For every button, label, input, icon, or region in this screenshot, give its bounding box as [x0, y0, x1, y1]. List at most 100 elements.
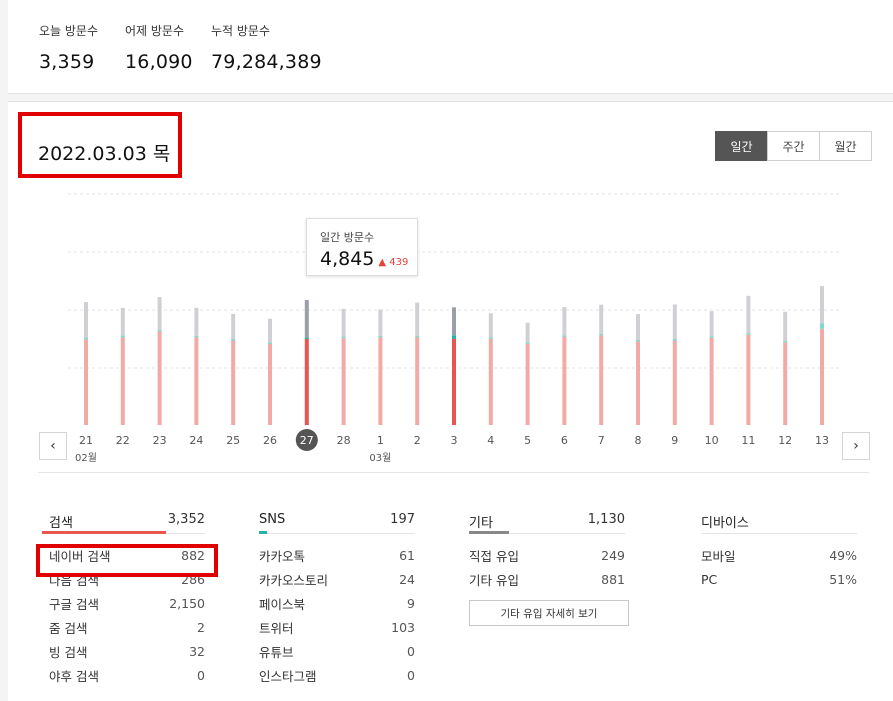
x-tick-label[interactable]: 21	[79, 434, 93, 447]
bar-search-28[interactable]	[341, 338, 346, 425]
bar-sns-2[interactable]	[415, 335, 420, 338]
bar-other-2[interactable]	[415, 302, 420, 336]
bar-other-13[interactable]	[820, 286, 824, 324]
x-tick-label[interactable]: 24	[189, 434, 203, 447]
bar-other-4[interactable]	[488, 313, 493, 338]
period-weekly-button[interactable]: 주간	[767, 131, 820, 161]
x-tick-label[interactable]: 13	[815, 434, 829, 447]
bar-sns-26[interactable]	[268, 342, 272, 344]
x-tick-label[interactable]: 9	[671, 434, 678, 447]
bar-sns-7[interactable]	[599, 333, 604, 336]
today-visits-value: 3,359	[39, 51, 95, 73]
bar-sns-28[interactable]	[341, 336, 346, 339]
bar-sns-10[interactable]	[709, 336, 714, 338]
bar-other-12[interactable]	[783, 311, 788, 342]
x-tick-label[interactable]: 5	[524, 434, 531, 447]
bar-search-10[interactable]	[709, 337, 714, 425]
bar-sns-4[interactable]	[488, 337, 493, 339]
bar-other-22[interactable]	[120, 307, 125, 336]
bar-sns-21[interactable]	[84, 337, 88, 340]
bar-other-28[interactable]	[341, 308, 346, 337]
bar-other-24[interactable]	[194, 307, 199, 336]
bar-other-7[interactable]	[599, 304, 604, 334]
x-tick-label[interactable]: 4	[487, 434, 494, 447]
bar-other-1[interactable]	[378, 309, 383, 336]
bar-other-10[interactable]	[709, 311, 714, 337]
bar-sns-3[interactable]	[452, 335, 456, 339]
bar-search-22[interactable]	[120, 337, 125, 425]
bar-other-11[interactable]	[746, 295, 751, 334]
bar-search-24[interactable]	[194, 337, 199, 425]
search-source-row-label: 빙 검색	[49, 644, 88, 660]
sns-source-row-label: 카카오스토리	[259, 572, 329, 588]
x-tick-label[interactable]: 8	[635, 434, 642, 447]
yesterday-visits-value: 16,090	[125, 51, 193, 73]
x-tick-label[interactable]: 10	[705, 434, 719, 447]
etc-source-row-value: 249	[601, 547, 625, 563]
sns-source-row-label: 인스타그램	[259, 668, 317, 684]
bar-sns-24[interactable]	[194, 335, 199, 338]
bar-search-4[interactable]	[488, 338, 493, 425]
period-monthly-button[interactable]: 월간	[819, 131, 872, 161]
bar-sns-6[interactable]	[562, 335, 567, 337]
x-tick-label[interactable]: 3	[451, 434, 458, 447]
daily-visits-panel: 2022.03.03 목 일간 주간 월간 21 22 23 24 25 26 27 28 1 2…	[8, 101, 893, 701]
bar-search-12[interactable]	[783, 342, 788, 425]
bar-other-8[interactable]	[636, 314, 640, 340]
bar-sns-27[interactable]	[304, 337, 309, 339]
bar-search-6[interactable]	[562, 336, 567, 425]
bar-search-8[interactable]	[636, 341, 640, 425]
bar-other-9[interactable]	[672, 304, 677, 339]
bar-sns-13[interactable]	[820, 323, 824, 329]
bar-search-2[interactable]	[415, 337, 420, 425]
etc-details-button[interactable]: 기타 유입 자세히 보기	[469, 600, 629, 626]
bar-sns-1[interactable]	[378, 335, 383, 338]
x-tick-label[interactable]: 27	[300, 434, 314, 447]
x-tick-label[interactable]: 22	[116, 434, 130, 447]
period-daily-button[interactable]: 일간	[715, 131, 768, 161]
bar-other-21[interactable]	[84, 302, 88, 338]
bar-search-25[interactable]	[231, 340, 236, 425]
bar-sns-11[interactable]	[746, 333, 751, 335]
bar-other-23[interactable]	[157, 297, 162, 330]
bar-other-25[interactable]	[231, 313, 236, 339]
bar-sns-5[interactable]	[525, 342, 530, 344]
x-tick-label[interactable]: 28	[337, 434, 351, 447]
search-source-row: 야후 검색 0	[49, 663, 205, 687]
x-tick-label[interactable]: 6	[561, 434, 568, 447]
sns-source-row: 카카오톡 61	[259, 543, 415, 567]
bar-sns-9[interactable]	[672, 338, 677, 341]
bar-search-23[interactable]	[157, 331, 162, 425]
bar-search-21[interactable]	[84, 339, 88, 425]
bar-search-5[interactable]	[525, 343, 530, 425]
chart-next-button[interactable]: ›	[842, 432, 870, 460]
bar-sns-25[interactable]	[231, 338, 236, 341]
bar-search-27[interactable]	[304, 338, 309, 425]
bar-sns-8[interactable]	[636, 339, 640, 342]
bar-other-3[interactable]	[452, 307, 456, 336]
bar-search-3[interactable]	[452, 338, 456, 425]
x-tick-label[interactable]: 7	[598, 434, 605, 447]
x-tick-label[interactable]: 26	[263, 434, 277, 447]
bar-sns-22[interactable]	[120, 335, 125, 338]
bar-search-7[interactable]	[599, 335, 604, 425]
bar-other-27[interactable]	[304, 299, 309, 338]
bar-search-26[interactable]	[268, 343, 272, 425]
bar-other-26[interactable]	[268, 318, 272, 343]
x-tick-label[interactable]: 12	[778, 434, 792, 447]
bar-search-13[interactable]	[820, 328, 824, 425]
sns-source-row: 페이스북 9	[259, 591, 415, 615]
bar-other-5[interactable]	[525, 322, 530, 343]
bar-search-9[interactable]	[672, 340, 677, 425]
x-tick-label[interactable]: 1	[377, 434, 384, 447]
bar-other-6[interactable]	[562, 307, 567, 336]
bar-sns-12[interactable]	[783, 341, 788, 343]
x-tick-label[interactable]: 25	[226, 434, 240, 447]
bar-sns-23[interactable]	[157, 329, 162, 332]
bar-search-11[interactable]	[746, 334, 751, 425]
x-tick-label[interactable]: 2	[414, 434, 421, 447]
chart-prev-button[interactable]: ‹	[39, 432, 67, 460]
x-tick-label[interactable]: 23	[153, 434, 167, 447]
bar-search-1[interactable]	[378, 337, 383, 425]
x-tick-label[interactable]: 11	[741, 434, 755, 447]
